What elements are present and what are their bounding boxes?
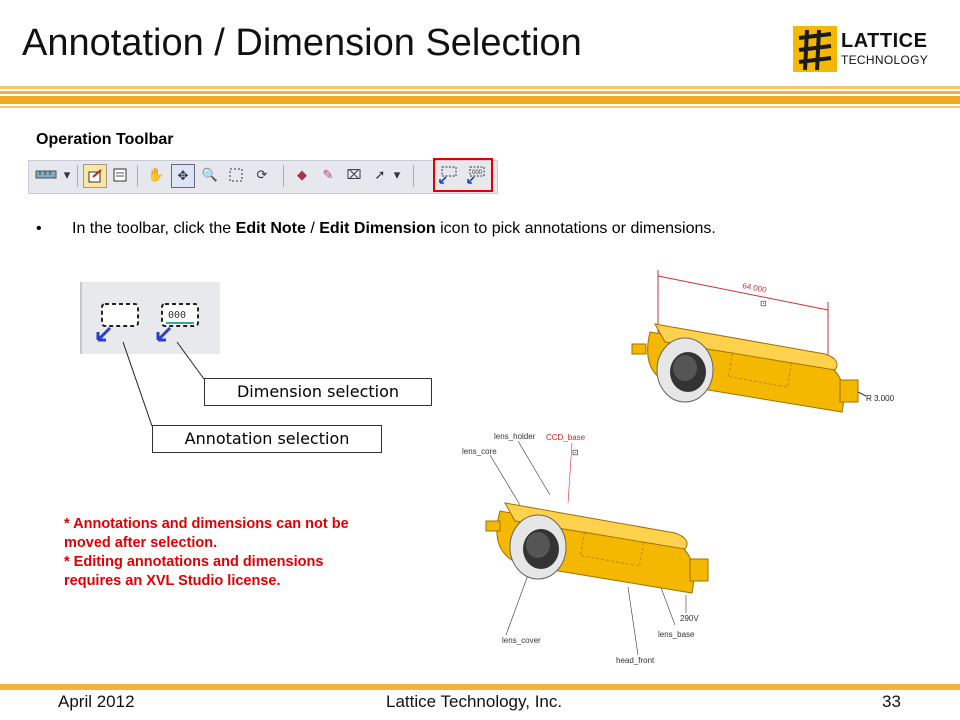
- hand-icon[interactable]: ✋: [145, 164, 167, 186]
- footer-page-number: 33: [882, 692, 901, 711]
- radius-label: R 3.000: [866, 394, 895, 403]
- label-lens-base: lens_base: [658, 630, 695, 639]
- instruction-edit-note: Edit Note: [235, 220, 306, 237]
- slide-title: Annotation / Dimension Selection: [22, 22, 582, 64]
- zoomed-icons: 000: [96, 303, 199, 342]
- label-lens-cover: lens_cover: [502, 636, 541, 645]
- note-line-2: moved after selection.: [64, 535, 218, 551]
- zoomed-edit-note-icon: [96, 303, 139, 342]
- annotation-symbol: ⊡: [572, 448, 579, 457]
- note-line-4: requires an XVL Studio license.: [64, 573, 281, 589]
- footer-date: April 2012: [58, 692, 135, 711]
- zoomed-icons-panel: 000: [80, 282, 220, 354]
- toolbar-separator: [77, 165, 78, 187]
- instruction-separator: /: [305, 220, 320, 237]
- note-line-1: * Annotations and dimensions can not be: [64, 516, 349, 532]
- brush-icon[interactable]: ✎: [317, 164, 339, 186]
- cylinder-body: [631, 323, 867, 413]
- pointer-icon[interactable]: ➚: [369, 164, 391, 186]
- section-heading: Operation Toolbar: [36, 131, 174, 148]
- cylinder-body: [485, 502, 709, 594]
- dimension-selection-callout: Dimension selection: [204, 378, 432, 406]
- operation-toolbar: ▾ ✋ ✥ 🔍 ⟳ ◆ ✎ ⌧ ➚ ▾ 000: [28, 160, 498, 194]
- instruction-text: In the toolbar, click the Edit Note / Ed…: [72, 220, 716, 238]
- label-290v: 290V: [680, 614, 699, 623]
- dimension-symbol: ⊡: [760, 299, 767, 308]
- label-ccd-base: CCD_base: [546, 433, 586, 442]
- toolbar-separator: [137, 165, 138, 187]
- toolbar-separator: [413, 165, 414, 187]
- move-icon[interactable]: ✥: [171, 164, 195, 188]
- lattice-logo: LATTICE TECHNOLOGY: [793, 26, 933, 74]
- footer-rule: [0, 684, 960, 690]
- logo-text-primary: LATTICE: [841, 30, 928, 52]
- svg-text:000: 000: [168, 310, 186, 321]
- footer-company: Lattice Technology, Inc.: [386, 692, 563, 711]
- dropdown-icon[interactable]: ▾: [391, 164, 403, 186]
- label-lens-holder: lens_holder: [494, 432, 536, 441]
- instruction-prefix: In the toolbar, click the: [72, 220, 236, 237]
- dropdown-icon[interactable]: ▾: [61, 164, 73, 186]
- annotation-selection-callout: Annotation selection: [152, 425, 382, 453]
- license-note: * Annotations and dimensions can not be …: [64, 515, 454, 591]
- toolbar-separator: [283, 165, 284, 187]
- paint-icon[interactable]: ◆: [291, 164, 313, 186]
- label-head-front: head_front: [616, 656, 655, 665]
- model-with-annotations: lens_holder lens_core CCD_base ⊡ lens_co…: [462, 432, 709, 665]
- model-with-dimension: 64.000 ⊡ R 3.000: [631, 270, 895, 413]
- note-icon[interactable]: [83, 164, 107, 188]
- bullet-dot: •: [36, 220, 42, 237]
- instruction-suffix: icon to pick annotations or dimensions.: [435, 220, 716, 237]
- zoom-icon[interactable]: 🔍: [199, 164, 221, 186]
- instruction-bullet: • In the toolbar, click the Edit Note / …: [36, 220, 716, 238]
- instruction-edit-dimension: Edit Dimension: [319, 220, 436, 237]
- eraser-icon[interactable]: ⌧: [343, 164, 365, 186]
- rotate-icon[interactable]: ⟳: [251, 164, 273, 186]
- lattice-logo-icon: [793, 26, 837, 72]
- rect-select-icon[interactable]: [225, 164, 247, 186]
- note-line-3: * Editing annotations and dimensions: [64, 554, 324, 570]
- ruler-icon[interactable]: [33, 164, 61, 186]
- toolbar-highlight-box: [433, 158, 493, 192]
- logo-text-secondary: TECHNOLOGY: [841, 53, 929, 67]
- zoomed-edit-dimension-icon: 000: [156, 303, 199, 342]
- header-rule: [0, 86, 960, 108]
- label-lens-core: lens_core: [462, 447, 497, 456]
- sheet-icon[interactable]: [109, 164, 131, 186]
- dimension-value: 64.000: [742, 281, 768, 295]
